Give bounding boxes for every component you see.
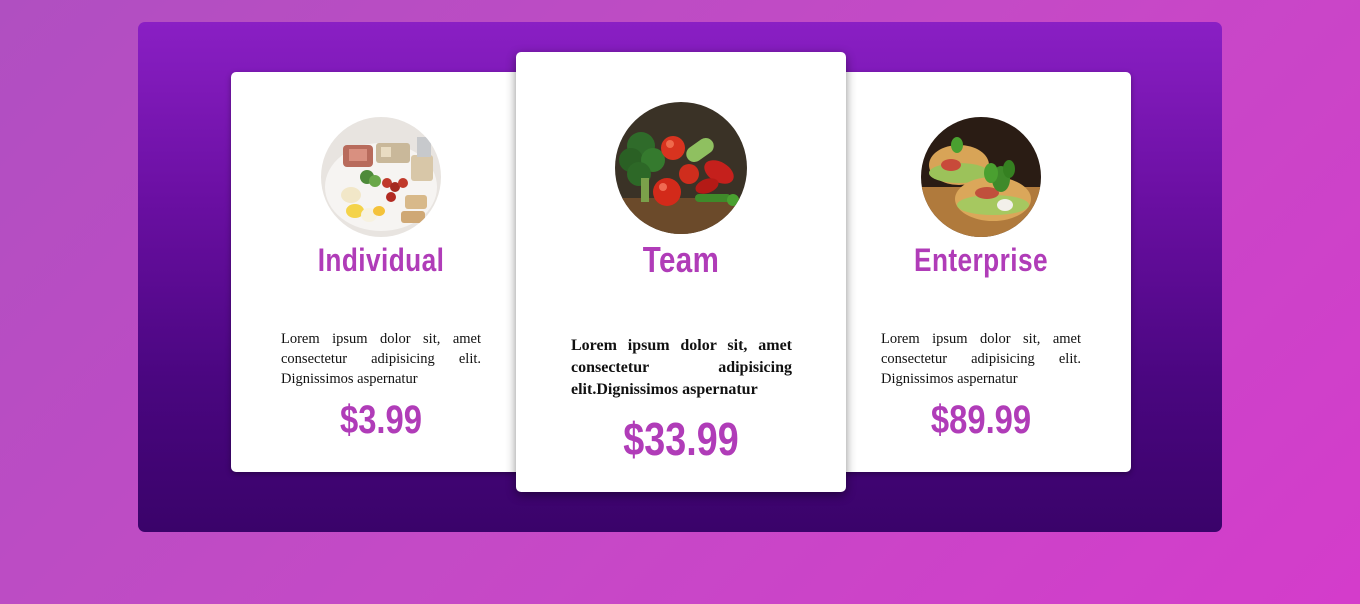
vegetables-image	[615, 102, 747, 234]
plan-price: $33.99	[623, 413, 739, 465]
plan-description: Lorem ipsum dolor sit, amet consectetur …	[571, 337, 792, 398]
platter-image	[321, 117, 441, 237]
pricing-card-enterprise[interactable]: Enterprise Lorem ipsum dolor sit, amet c…	[831, 72, 1131, 472]
plan-title: Individual	[317, 242, 445, 278]
plan-title: Team	[642, 239, 720, 280]
pricing-card-individual[interactable]: Individual Lorem ipsum dolor sit, amet c…	[231, 72, 531, 472]
plan-description: Lorem ipsum dolor sit, amet consectetur …	[881, 331, 1081, 387]
sandwich-image	[921, 117, 1041, 237]
plan-price: $3.99	[339, 398, 423, 442]
plan-title: Enterprise	[914, 242, 1048, 278]
plan-price: $89.99	[930, 398, 1032, 442]
plan-description: Lorem ipsum dolor sit, amet consectetur …	[281, 331, 481, 387]
pricing-card-team[interactable]: Team Lorem ipsum dolor sit, amet consect…	[516, 52, 846, 492]
